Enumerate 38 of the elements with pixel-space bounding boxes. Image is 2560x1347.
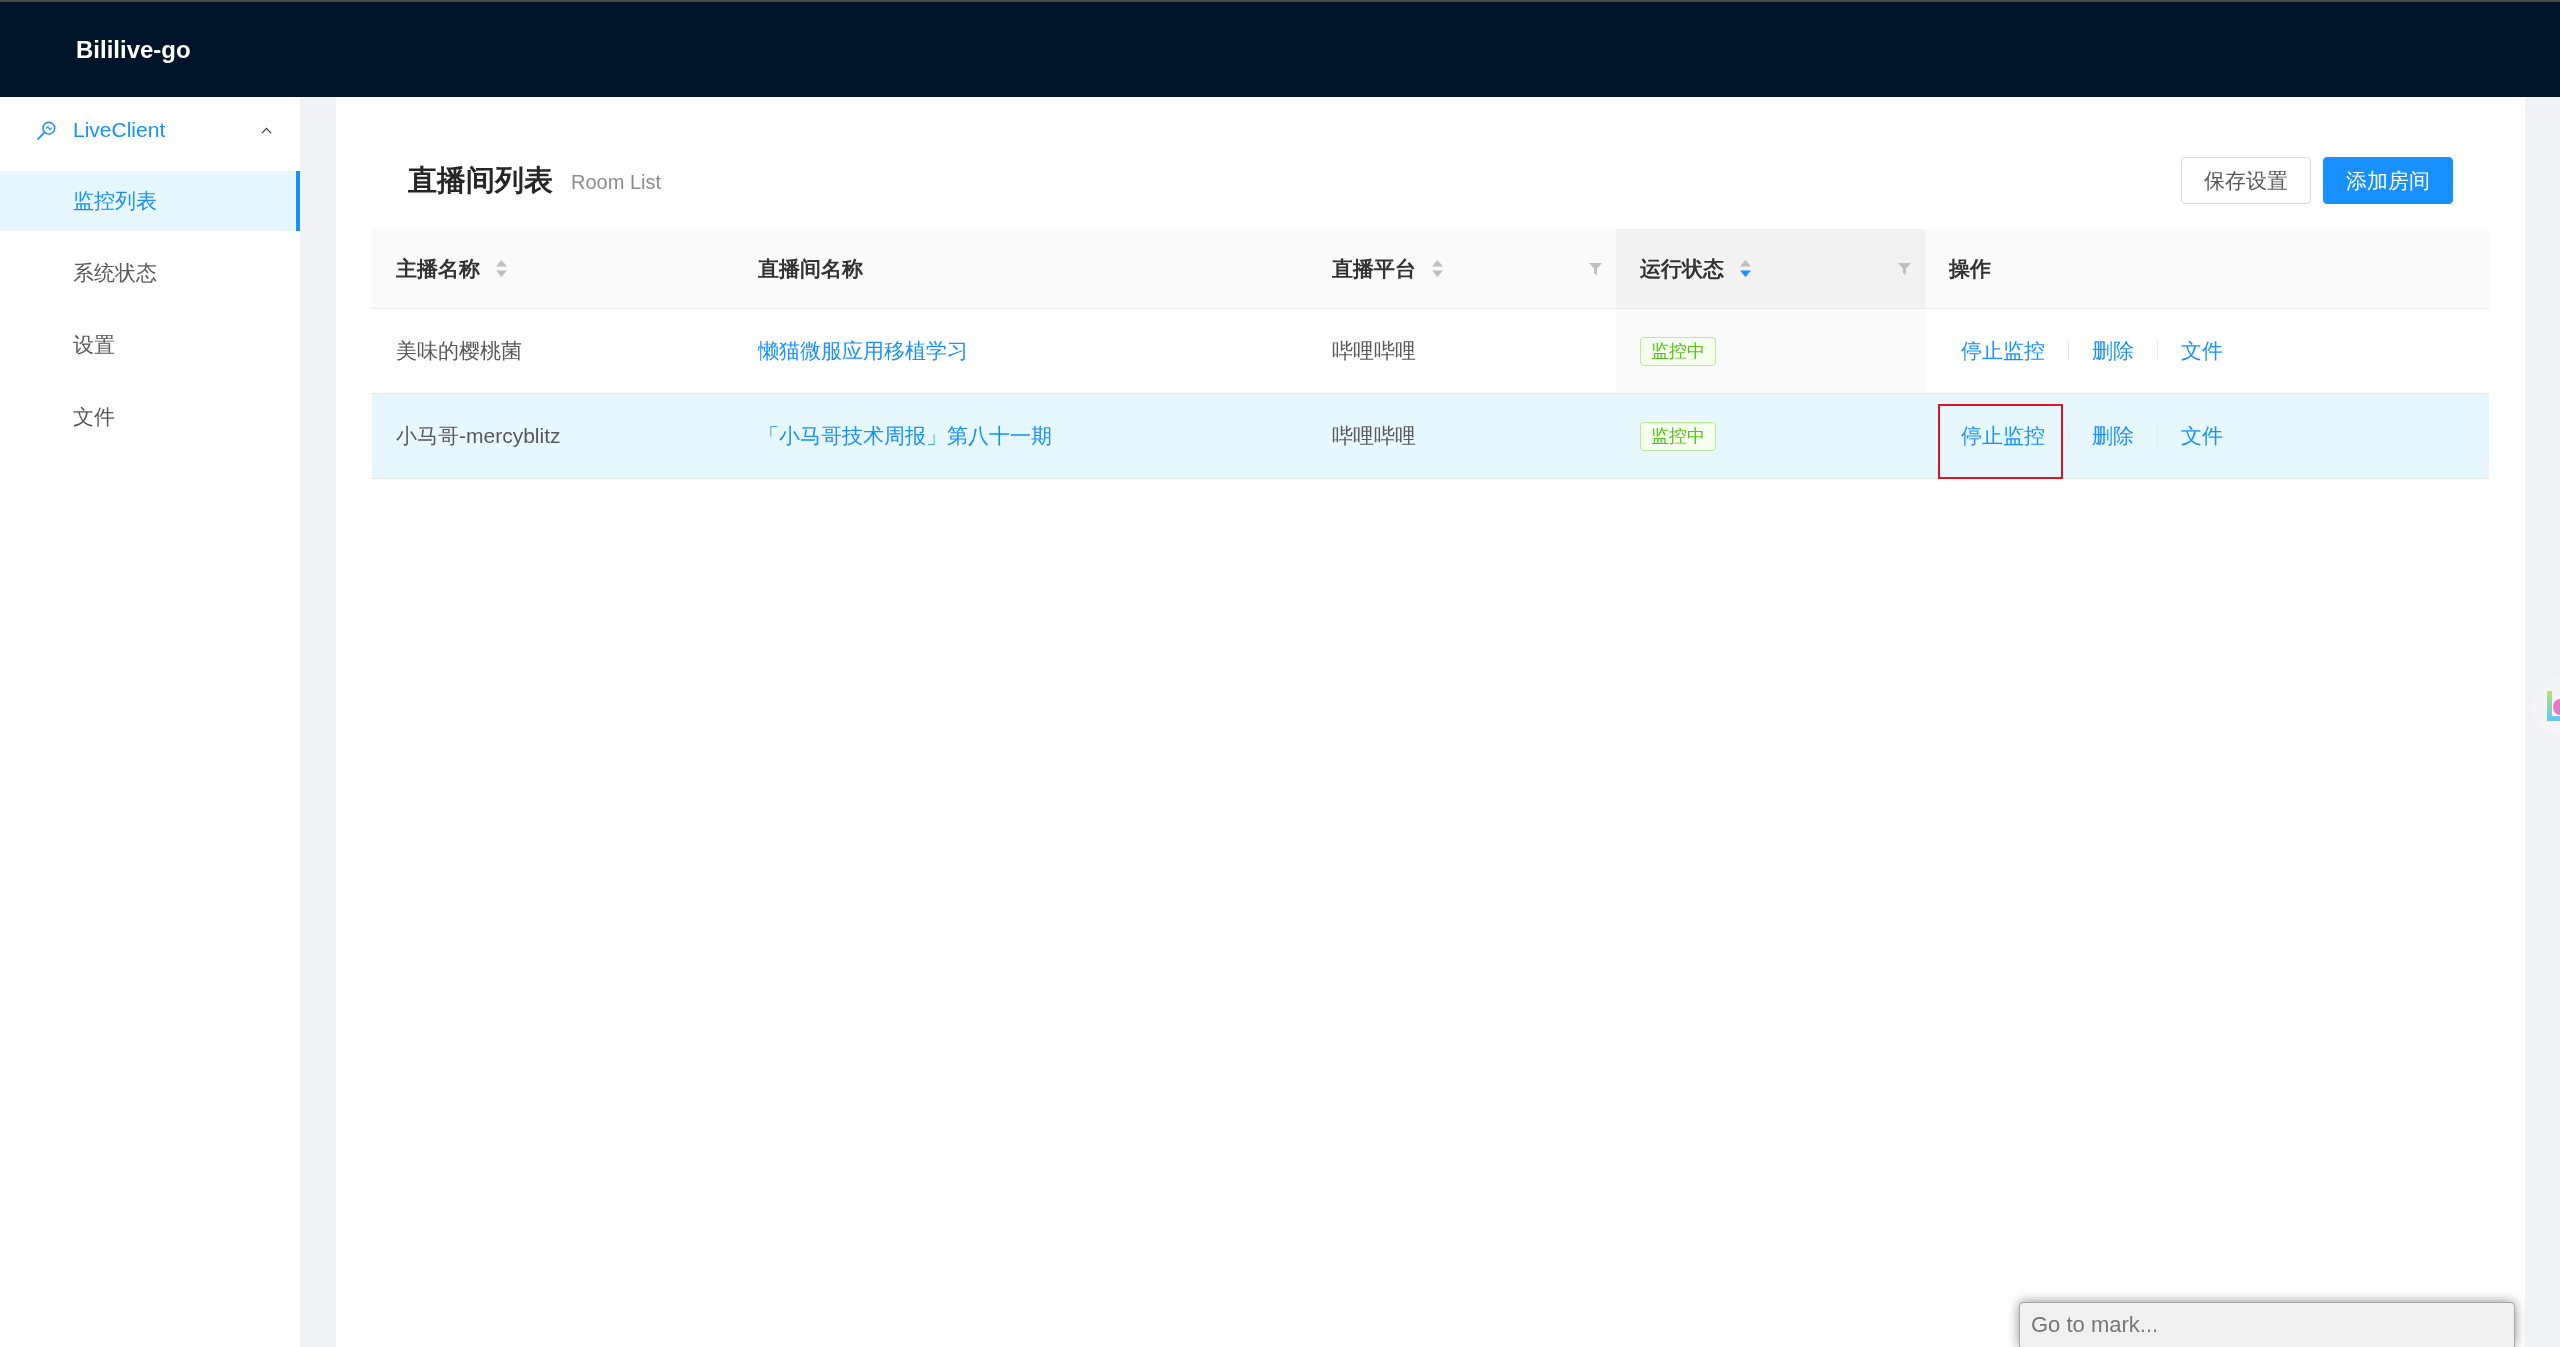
table-cell-text: 哔哩哔哩 [1331, 423, 1417, 449]
column-title: 直播平台 [1332, 255, 1416, 282]
menu-item[interactable]: 系统状态 [0, 243, 300, 303]
app-title: Bililive-go [76, 35, 191, 64]
mark-search-field[interactable]: Go to mark... [2019, 1302, 2515, 1347]
table-cell-text: 美味的樱桃菌 [395, 338, 523, 364]
page-title: 直播间列表 [408, 162, 553, 198]
room-link[interactable]: 「小马哥技术周报」第八十一期 [758, 422, 1052, 450]
menu-item[interactable]: 设置 [0, 315, 300, 375]
column-title: 操作 [1949, 255, 1991, 282]
action-link[interactable]: 文件 [2181, 336, 2223, 366]
sort-icon[interactable] [496, 260, 507, 277]
action-link[interactable]: 删除 [2092, 421, 2134, 451]
action-link[interactable]: 文件 [2181, 421, 2223, 451]
filter-icon[interactable] [1589, 262, 1602, 275]
magnifier-icon [37, 120, 56, 140]
menu-group-header[interactable]: LiveClient [0, 100, 300, 160]
table-cell-text: 小马哥-mercyblitz [395, 423, 562, 449]
action-link[interactable]: 停止监控 [1961, 421, 2045, 451]
secondary-button[interactable]: 保存设置 [2181, 157, 2311, 204]
table-row[interactable]: 美味的樱桃菌 懒猫微服应用移植学习 哔哩哔哩 监控中 停止监控 删除 文件 [372, 309, 2489, 394]
sort-icon[interactable] [1740, 260, 1751, 277]
action-link[interactable]: 停止监控 [1961, 336, 2045, 366]
sort-icon[interactable] [1432, 260, 1443, 277]
status-tag: 监控中 [1640, 336, 1716, 366]
filter-icon[interactable] [1898, 262, 1911, 275]
column-title: 运行状态 [1640, 255, 1724, 282]
room-link[interactable]: 懒猫微服应用移植学习 [758, 337, 968, 365]
status-tag: 监控中 [1640, 421, 1716, 451]
menu-item[interactable]: 监控列表 [0, 171, 300, 231]
column-title: 直播间名称 [758, 255, 863, 282]
column-title: 主播名称 [396, 255, 480, 282]
primary-button[interactable]: 添加房间 [2323, 157, 2453, 204]
action-link[interactable]: 删除 [2092, 336, 2134, 366]
table-row[interactable]: 小马哥-mercyblitz 「小马哥技术周报」第八十一期 哔哩哔哩 监控中 停止监控 删除 文件 [372, 394, 2489, 479]
table-cell-text: 哔哩哔哩 [1331, 338, 1417, 364]
page-subtitle: Room List [571, 170, 662, 194]
menu-item[interactable]: 文件 [0, 387, 300, 447]
